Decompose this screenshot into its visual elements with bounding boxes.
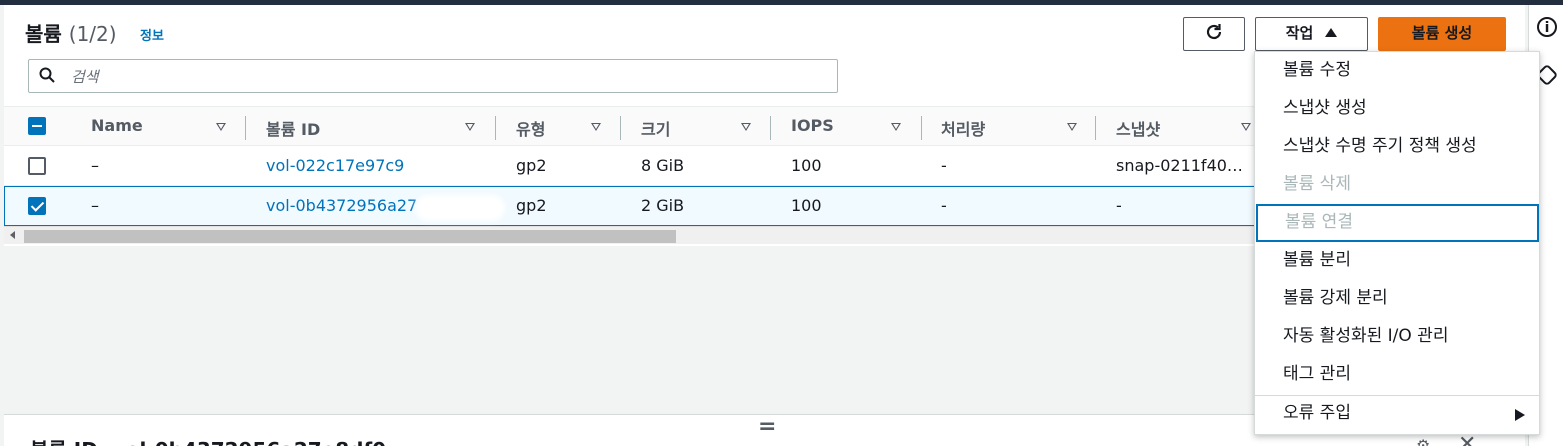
cell-type: gp2 [516, 196, 547, 215]
search-input[interactable]: 검색 [28, 59, 838, 93]
select-all-checkbox[interactable] [28, 117, 46, 135]
column-header-volume-id[interactable]: 볼륨 ID [266, 116, 320, 140]
column-divider[interactable] [1095, 116, 1096, 140]
menu-item-manage-tags[interactable]: 태그 관리 [1255, 356, 1539, 394]
cell-name: – [91, 196, 99, 215]
menu-item-modify-volume[interactable]: 볼륨 수정 [1255, 52, 1539, 90]
selection-count: (1/2) [68, 22, 117, 46]
scroll-left-icon[interactable] [10, 231, 15, 239]
cell-volume-id-link[interactable]: vol-022c17e97c9 [266, 156, 404, 175]
cell-snapshot: - [1116, 196, 1122, 215]
column-divider[interactable] [921, 116, 922, 140]
column-divider[interactable] [245, 116, 246, 140]
column-header-iops[interactable]: IOPS [791, 116, 834, 135]
info-icon[interactable]: i [1537, 17, 1557, 37]
cell-iops: 100 [791, 196, 822, 215]
row-checkbox[interactable] [28, 197, 46, 215]
menu-item-fault-injection[interactable]: 오류 주입 [1255, 395, 1539, 433]
cell-size: 2 GiB [641, 196, 685, 215]
menu-item-create-lifecycle-policy[interactable]: 스냅샷 수명 주기 정책 생성 [1255, 128, 1539, 166]
details-title: 볼륨 ID: vol-0b4372956a27e8df0 [30, 434, 386, 446]
cell-size: 8 GiB [641, 156, 685, 175]
fault-injection-label: 오류 주입 [1283, 403, 1351, 423]
redaction-blur [415, 195, 505, 221]
scrollbar-thumb[interactable] [24, 230, 676, 243]
sort-icon[interactable] [591, 123, 601, 131]
menu-item-manage-auto-enabled-io[interactable]: 자동 활성화된 I/O 관리 [1255, 318, 1539, 356]
search-placeholder: 검색 [71, 68, 99, 86]
create-volume-button[interactable]: 볼륨 생성 [1378, 17, 1506, 51]
cell-volume-id-link[interactable]: vol-0b4372956a27 [266, 196, 417, 215]
actions-label: 작업 [1285, 24, 1314, 42]
caret-up-icon [1325, 28, 1338, 37]
menu-item-force-detach-volume[interactable]: 볼륨 강제 분리 [1255, 280, 1539, 318]
column-header-name[interactable]: Name [91, 116, 143, 135]
column-header-snapshot[interactable]: 스냅샷 [1116, 116, 1160, 140]
cell-throughput: - [941, 156, 947, 175]
sort-icon[interactable] [741, 123, 751, 131]
column-header-type[interactable]: 유형 [516, 116, 545, 140]
resize-handle[interactable]: = [758, 416, 776, 438]
info-link[interactable]: 정보 [140, 25, 164, 44]
gear-icon[interactable]: ⚙ [1416, 436, 1430, 446]
actions-dropdown-menu: 볼륨 수정 스냅샷 생성 스냅샷 수명 주기 정책 생성 볼륨 삭제 볼륨 연결… [1254, 51, 1540, 435]
menu-item-attach-volume: 볼륨 연결 [1256, 204, 1539, 242]
sort-icon[interactable] [216, 123, 226, 131]
sort-icon[interactable] [465, 123, 475, 131]
sort-icon[interactable] [1067, 123, 1077, 131]
row-checkbox[interactable] [28, 157, 46, 175]
sort-icon[interactable] [1241, 123, 1251, 131]
cell-name: – [91, 156, 99, 175]
cell-iops: 100 [791, 156, 822, 175]
column-header-size[interactable]: 크기 [641, 116, 670, 140]
search-icon [39, 67, 55, 83]
menu-item-delete-volume: 볼륨 삭제 [1283, 174, 1351, 194]
column-divider[interactable] [770, 116, 771, 140]
sort-icon[interactable] [891, 123, 901, 131]
horizontal-scrollbar[interactable] [4, 226, 1254, 244]
column-header-throughput[interactable]: 처리량 [941, 116, 985, 140]
cell-type: gp2 [516, 156, 547, 175]
title-text: 볼륨 [25, 22, 62, 46]
cell-throughput: - [941, 196, 947, 215]
menu-item-detach-volume[interactable]: 볼륨 분리 [1255, 242, 1539, 280]
cell-snapshot[interactable]: snap-0211f40… [1116, 156, 1243, 175]
submenu-arrow-icon [1515, 409, 1525, 421]
actions-button[interactable]: 작업 [1255, 17, 1368, 51]
column-divider[interactable] [620, 116, 621, 140]
refresh-button[interactable] [1183, 17, 1245, 51]
refresh-icon [1206, 24, 1222, 40]
column-divider[interactable] [495, 116, 496, 140]
page-title: 볼륨 (1/2) [25, 18, 117, 47]
menu-item-create-snapshot[interactable]: 스냅샷 생성 [1255, 90, 1539, 128]
